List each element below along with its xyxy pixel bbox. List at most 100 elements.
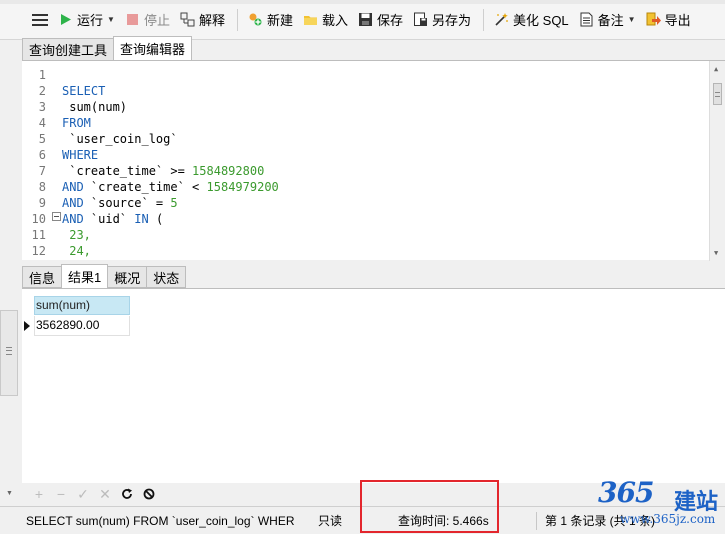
column-header[interactable]: sum(num) [34, 296, 130, 315]
tab-query-builder[interactable]: 查询创建工具 [22, 38, 115, 60]
code-line: AND `uid` IN ( [62, 211, 279, 227]
line-number-gutter: 1 2 3 4 5 6 7 8 9 10 11 12 [22, 67, 56, 259]
run-button[interactable]: 运行 ▼ [54, 8, 119, 32]
line-number: 8 [38, 180, 46, 194]
stop-button[interactable]: 停止 [121, 8, 174, 32]
code-line: 23, [62, 227, 279, 243]
code-line: AND `create_time` < 1584979200 [62, 179, 279, 195]
sql-code: SELECT sum(num) FROM `user_coin_log` WHERE… [62, 67, 279, 259]
line-number: 7 [38, 164, 46, 178]
toolbar-divider [483, 8, 485, 31]
line-number: 2 [38, 84, 46, 98]
save-as-button[interactable]: 另存为 [409, 8, 475, 32]
chevron-down-icon[interactable]: ▼ [628, 15, 636, 24]
new-button[interactable]: 新建 [244, 8, 297, 32]
code-line: sum(num) [62, 99, 279, 115]
sql-keyword: IN [134, 212, 149, 226]
tab-result-1[interactable]: 结果1 [61, 264, 109, 288]
sql-text: ( [148, 212, 164, 226]
save-icon [359, 13, 372, 26]
left-panel-edge [0, 60, 22, 506]
line-number: 5 [38, 132, 46, 146]
sql-number: 5 [170, 196, 178, 210]
code-line: 24, [62, 243, 279, 259]
new-query-icon [249, 13, 262, 26]
explain-button[interactable]: 解释 [176, 8, 229, 32]
status-query-time: 查询时间: 5.466s [398, 513, 489, 528]
line-number: 11 [31, 228, 46, 242]
sql-text: `create_time` >= [62, 164, 193, 178]
sql-editor[interactable]: 1 2 3 4 5 6 7 8 9 10 11 12 SELECT sum(num) FROM `use… [22, 60, 725, 261]
watermark-url: www.365jz.com [620, 512, 716, 526]
code-line: AND `source` = 5 [62, 195, 279, 211]
tab-info[interactable]: 信息 [22, 266, 63, 288]
line-number: 1 [38, 68, 46, 82]
sql-text: `source` = [83, 196, 171, 210]
sql-text: `create_time` < [83, 180, 207, 194]
editor-tabs: 查询创建工具 查询编辑器 [22, 36, 193, 60]
result-grid: sum(num) 3562890.00 [22, 289, 725, 483]
line-number: 10 [31, 212, 46, 226]
status-readonly: 只读 [318, 513, 343, 528]
scroll-down-icon[interactable]: ▼ [6, 490, 13, 497]
sql-number: 23, [62, 228, 91, 242]
code-line: SELECT [62, 83, 279, 99]
chevron-down-icon[interactable]: ▼ [107, 15, 115, 24]
apply-icon[interactable]: ✓ [72, 485, 94, 503]
tab-query-editor[interactable]: 查询编辑器 [113, 36, 193, 60]
toolbar-divider [236, 8, 238, 31]
line-number: 4 [38, 116, 46, 130]
table-row[interactable]: 3562890.00 [34, 316, 130, 336]
sql-keyword: AND [62, 180, 84, 194]
status-sql: SELECT sum(num) FROM `user_coin_log` WHE… [26, 513, 295, 528]
magic-wand-icon [495, 13, 508, 26]
folder-icon [303, 16, 317, 25]
sql-number: 24, [62, 244, 91, 258]
load-button[interactable]: 载入 [299, 8, 352, 32]
sql-keyword: AND [62, 196, 84, 210]
code-line: `user_coin_log` [62, 131, 279, 147]
sql-text: `uid` [83, 212, 135, 226]
editor-scrollbar[interactable]: ▲ ▼ [709, 61, 725, 261]
sql-text: `user_coin_log` [62, 132, 178, 146]
scroll-down-icon[interactable]: ▼ [714, 249, 718, 257]
add-row-icon[interactable]: + [28, 485, 50, 503]
save-button[interactable]: 保存 [354, 8, 407, 32]
current-row-icon [24, 321, 30, 331]
sql-keyword: AND [62, 212, 84, 226]
delete-row-icon[interactable]: − [50, 485, 72, 503]
watermark-brand: 365 [598, 476, 654, 509]
sql-keyword: FROM [62, 116, 91, 130]
stop-icon [126, 14, 138, 25]
result-tabs: 信息 结果1 概况 状态 [22, 264, 187, 288]
line-number: 9 [38, 196, 46, 210]
stop-icon[interactable] [138, 485, 160, 503]
save-as-icon [414, 12, 428, 26]
scroll-thumb[interactable] [713, 83, 722, 105]
toolbar: 运行 ▼ 停止 解释 新建 载入 保存 另存为 美化 SQL 备注 ▼ 导出 [0, 0, 725, 40]
code-line: `create_time` >= 1584892800 [62, 163, 279, 179]
code-line: FROM [62, 115, 279, 131]
side-scrollbar[interactable] [0, 310, 18, 396]
watermark-logo: 365 建站 www.365jz.com [598, 476, 725, 532]
note-button[interactable]: 备注 ▼ [575, 8, 640, 32]
note-icon [580, 12, 593, 27]
tab-profile[interactable]: 概况 [107, 266, 148, 288]
menu-icon[interactable] [32, 12, 48, 28]
scroll-up-icon[interactable]: ▲ [714, 65, 718, 73]
export-button[interactable]: 导出 [642, 8, 695, 32]
sql-number: 1584979200 [206, 180, 279, 194]
play-icon [61, 14, 71, 25]
export-icon [646, 12, 661, 26]
refresh-icon[interactable] [116, 485, 138, 503]
code-line: WHERE [62, 147, 279, 163]
app-window: 运行 ▼ 停止 解释 新建 载入 保存 另存为 美化 SQL 备注 ▼ 导出 查… [0, 0, 725, 534]
tab-status[interactable]: 状态 [146, 266, 187, 288]
fold-toggle-icon[interactable] [52, 212, 61, 221]
beautify-sql-button[interactable]: 美化 SQL [490, 8, 573, 32]
line-number: 12 [31, 244, 46, 258]
discard-icon[interactable]: ✕ [94, 485, 116, 503]
line-number: 6 [38, 148, 46, 162]
explain-icon [180, 12, 195, 27]
